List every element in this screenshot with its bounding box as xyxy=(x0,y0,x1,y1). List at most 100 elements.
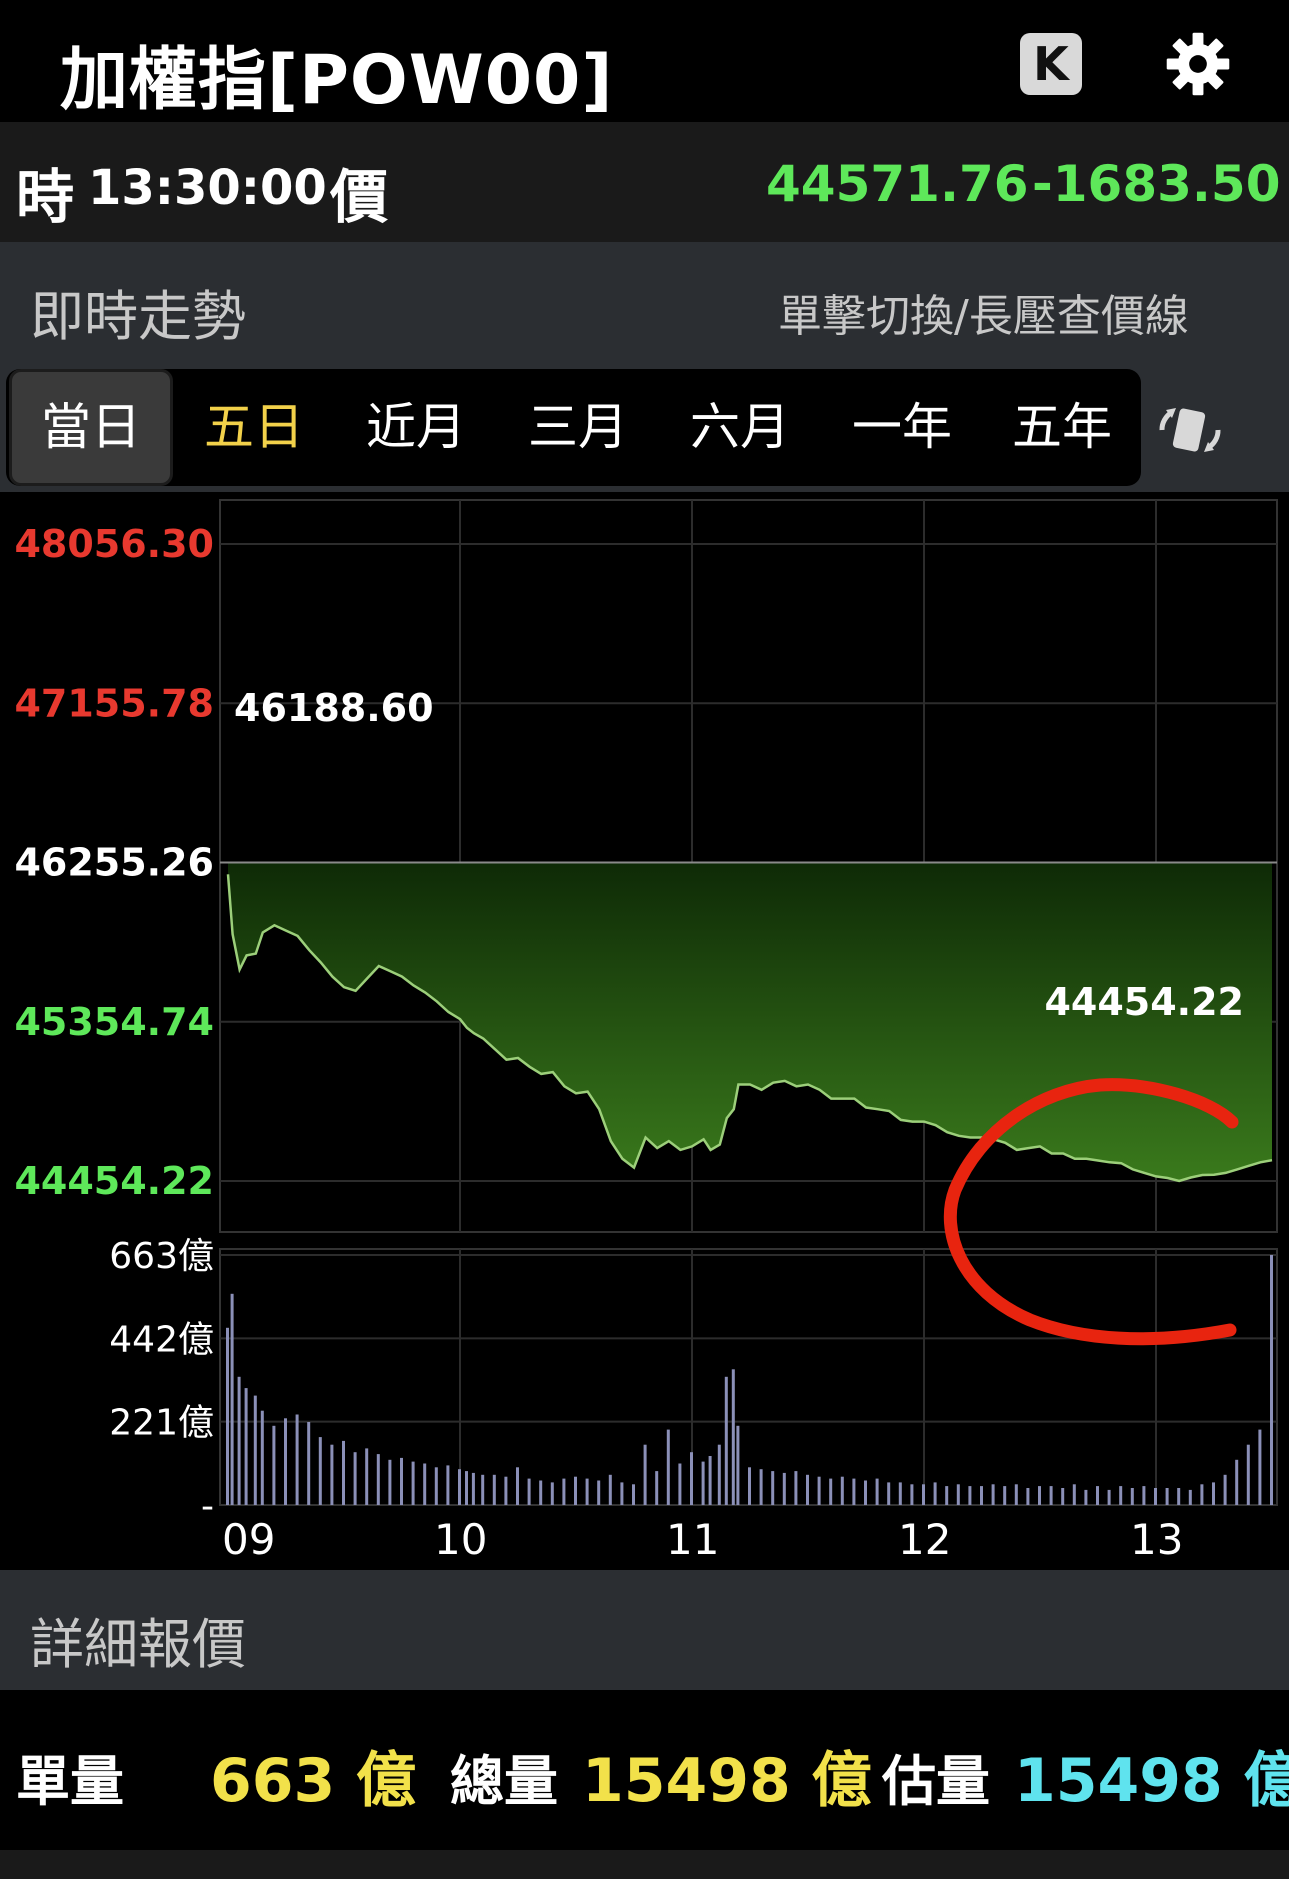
volume-bar xyxy=(434,1467,438,1505)
volume-bar xyxy=(295,1414,299,1505)
volume-bar xyxy=(829,1478,833,1505)
volume-bar xyxy=(1107,1489,1111,1505)
k-chart-button[interactable]: K xyxy=(1020,33,1082,95)
volume-bar xyxy=(945,1486,949,1505)
volume-tick-label: 442億 xyxy=(109,1319,214,1360)
single-volume-label: 單量 xyxy=(16,1750,124,1813)
estimated-volume-value: 15498 億 xyxy=(1014,1746,1289,1816)
volume-bar xyxy=(376,1454,380,1505)
volume-bar xyxy=(898,1482,902,1505)
volume-bar xyxy=(318,1437,322,1505)
volume-bar xyxy=(307,1422,311,1505)
time-tick-label: 13 xyxy=(1130,1515,1183,1564)
volume-bar xyxy=(492,1474,496,1505)
volume-bar xyxy=(574,1476,577,1505)
time-tick-label: 11 xyxy=(666,1515,719,1564)
volume-tick-label: 221億 xyxy=(109,1403,214,1444)
volume-bar xyxy=(342,1440,345,1505)
volume-bar xyxy=(933,1482,937,1505)
bottom-strip xyxy=(0,1850,1289,1879)
volume-bar xyxy=(980,1486,983,1505)
live-trend-title: 即時走勢 xyxy=(30,285,246,348)
volume-bar xyxy=(1188,1489,1192,1505)
quote-price: 44571.76 xyxy=(766,155,1029,213)
volume-bar xyxy=(353,1452,357,1505)
total-volume-value: 15498 億 xyxy=(582,1746,872,1816)
volume-bar xyxy=(1061,1488,1065,1505)
volume-bar xyxy=(1212,1482,1215,1505)
rotate-screen-icon[interactable] xyxy=(1152,400,1228,460)
volume-bar xyxy=(968,1486,972,1505)
volume-bar xyxy=(423,1463,427,1505)
volume-bar xyxy=(1200,1484,1204,1505)
price-label: 價 xyxy=(330,163,389,231)
volume-bar xyxy=(655,1471,659,1505)
volume-bar xyxy=(806,1474,809,1505)
volume-bar xyxy=(724,1376,728,1505)
volume-bar xyxy=(1177,1488,1181,1505)
volume-bar xyxy=(701,1461,705,1505)
volume-bar xyxy=(956,1484,960,1505)
volume-bar xyxy=(585,1478,589,1505)
volume-bar xyxy=(632,1484,635,1505)
volume-bar xyxy=(1084,1489,1088,1505)
volume-bar xyxy=(539,1480,543,1505)
volume-bar xyxy=(465,1471,468,1505)
volume-bar xyxy=(365,1448,369,1505)
tab-recent-month[interactable]: 近月 xyxy=(335,369,497,486)
volume-bar xyxy=(471,1472,475,1505)
volume-bar xyxy=(244,1388,248,1505)
page-title: 加權指[POW00] xyxy=(60,41,614,120)
tab-five-year[interactable]: 五年 xyxy=(983,369,1141,486)
price-tick-label: 44454.22 xyxy=(14,1159,214,1203)
time-tick-label: 12 xyxy=(898,1515,951,1564)
volume-bar xyxy=(794,1471,798,1505)
tab-three-month[interactable]: 三月 xyxy=(497,369,659,486)
volume-bar xyxy=(260,1410,264,1505)
tab-five-day[interactable]: 五日 xyxy=(173,369,335,486)
volume-bar xyxy=(400,1457,403,1505)
tab-six-month[interactable]: 六月 xyxy=(659,369,821,486)
intraday-chart[interactable]: 48056.30 47155.78 46255.26 45354.74 44454.22… xyxy=(0,492,1289,1570)
estimated-volume-label: 估量 xyxy=(882,1750,990,1813)
volume-bar xyxy=(991,1484,995,1505)
volume-bar xyxy=(237,1376,241,1505)
volume-bar xyxy=(446,1465,450,1505)
volume-bar xyxy=(748,1467,751,1505)
quote-change: -1683.50 xyxy=(1032,155,1281,213)
volume-bar xyxy=(864,1480,867,1505)
high-value-label: 46188.60 xyxy=(234,686,434,730)
live-trend-hint: 單擊切換/長壓查價線 xyxy=(778,291,1189,342)
gear-icon[interactable] xyxy=(1164,30,1232,98)
volume-bar xyxy=(717,1444,721,1505)
tab-one-year[interactable]: 一年 xyxy=(821,369,983,486)
time-label: 時 xyxy=(16,163,75,231)
volume-bar xyxy=(817,1476,821,1505)
volume-bar xyxy=(411,1461,415,1505)
volume-bar xyxy=(852,1478,856,1505)
volume-bar xyxy=(527,1478,531,1505)
volume-bar xyxy=(1142,1486,1146,1505)
detail-quote-title: 詳細報價 xyxy=(30,1613,246,1676)
volume-bar xyxy=(1235,1459,1239,1505)
volume-bar xyxy=(1165,1488,1169,1505)
volume-bar xyxy=(272,1425,276,1505)
volume-bar xyxy=(230,1293,234,1505)
volume-bar xyxy=(782,1472,786,1505)
volume-bar xyxy=(678,1463,682,1505)
volume-bar xyxy=(458,1469,461,1505)
tab-intraday[interactable]: 當日 xyxy=(9,369,173,486)
volume-bar xyxy=(253,1395,257,1505)
volume-bar xyxy=(388,1459,392,1505)
volume-bar xyxy=(887,1482,891,1505)
volume-bar xyxy=(1258,1429,1262,1505)
volume-bar xyxy=(1130,1488,1134,1505)
volume-bar xyxy=(1049,1486,1053,1505)
volume-bar xyxy=(690,1452,693,1505)
volume-bar xyxy=(1119,1486,1123,1505)
volume-bar xyxy=(1246,1444,1250,1505)
single-volume-value: 663 億 xyxy=(210,1746,417,1816)
volume-bar xyxy=(1154,1488,1157,1505)
total-volume-label: 總量 xyxy=(450,1750,558,1813)
quote-time: 13:30:00 xyxy=(88,160,327,216)
